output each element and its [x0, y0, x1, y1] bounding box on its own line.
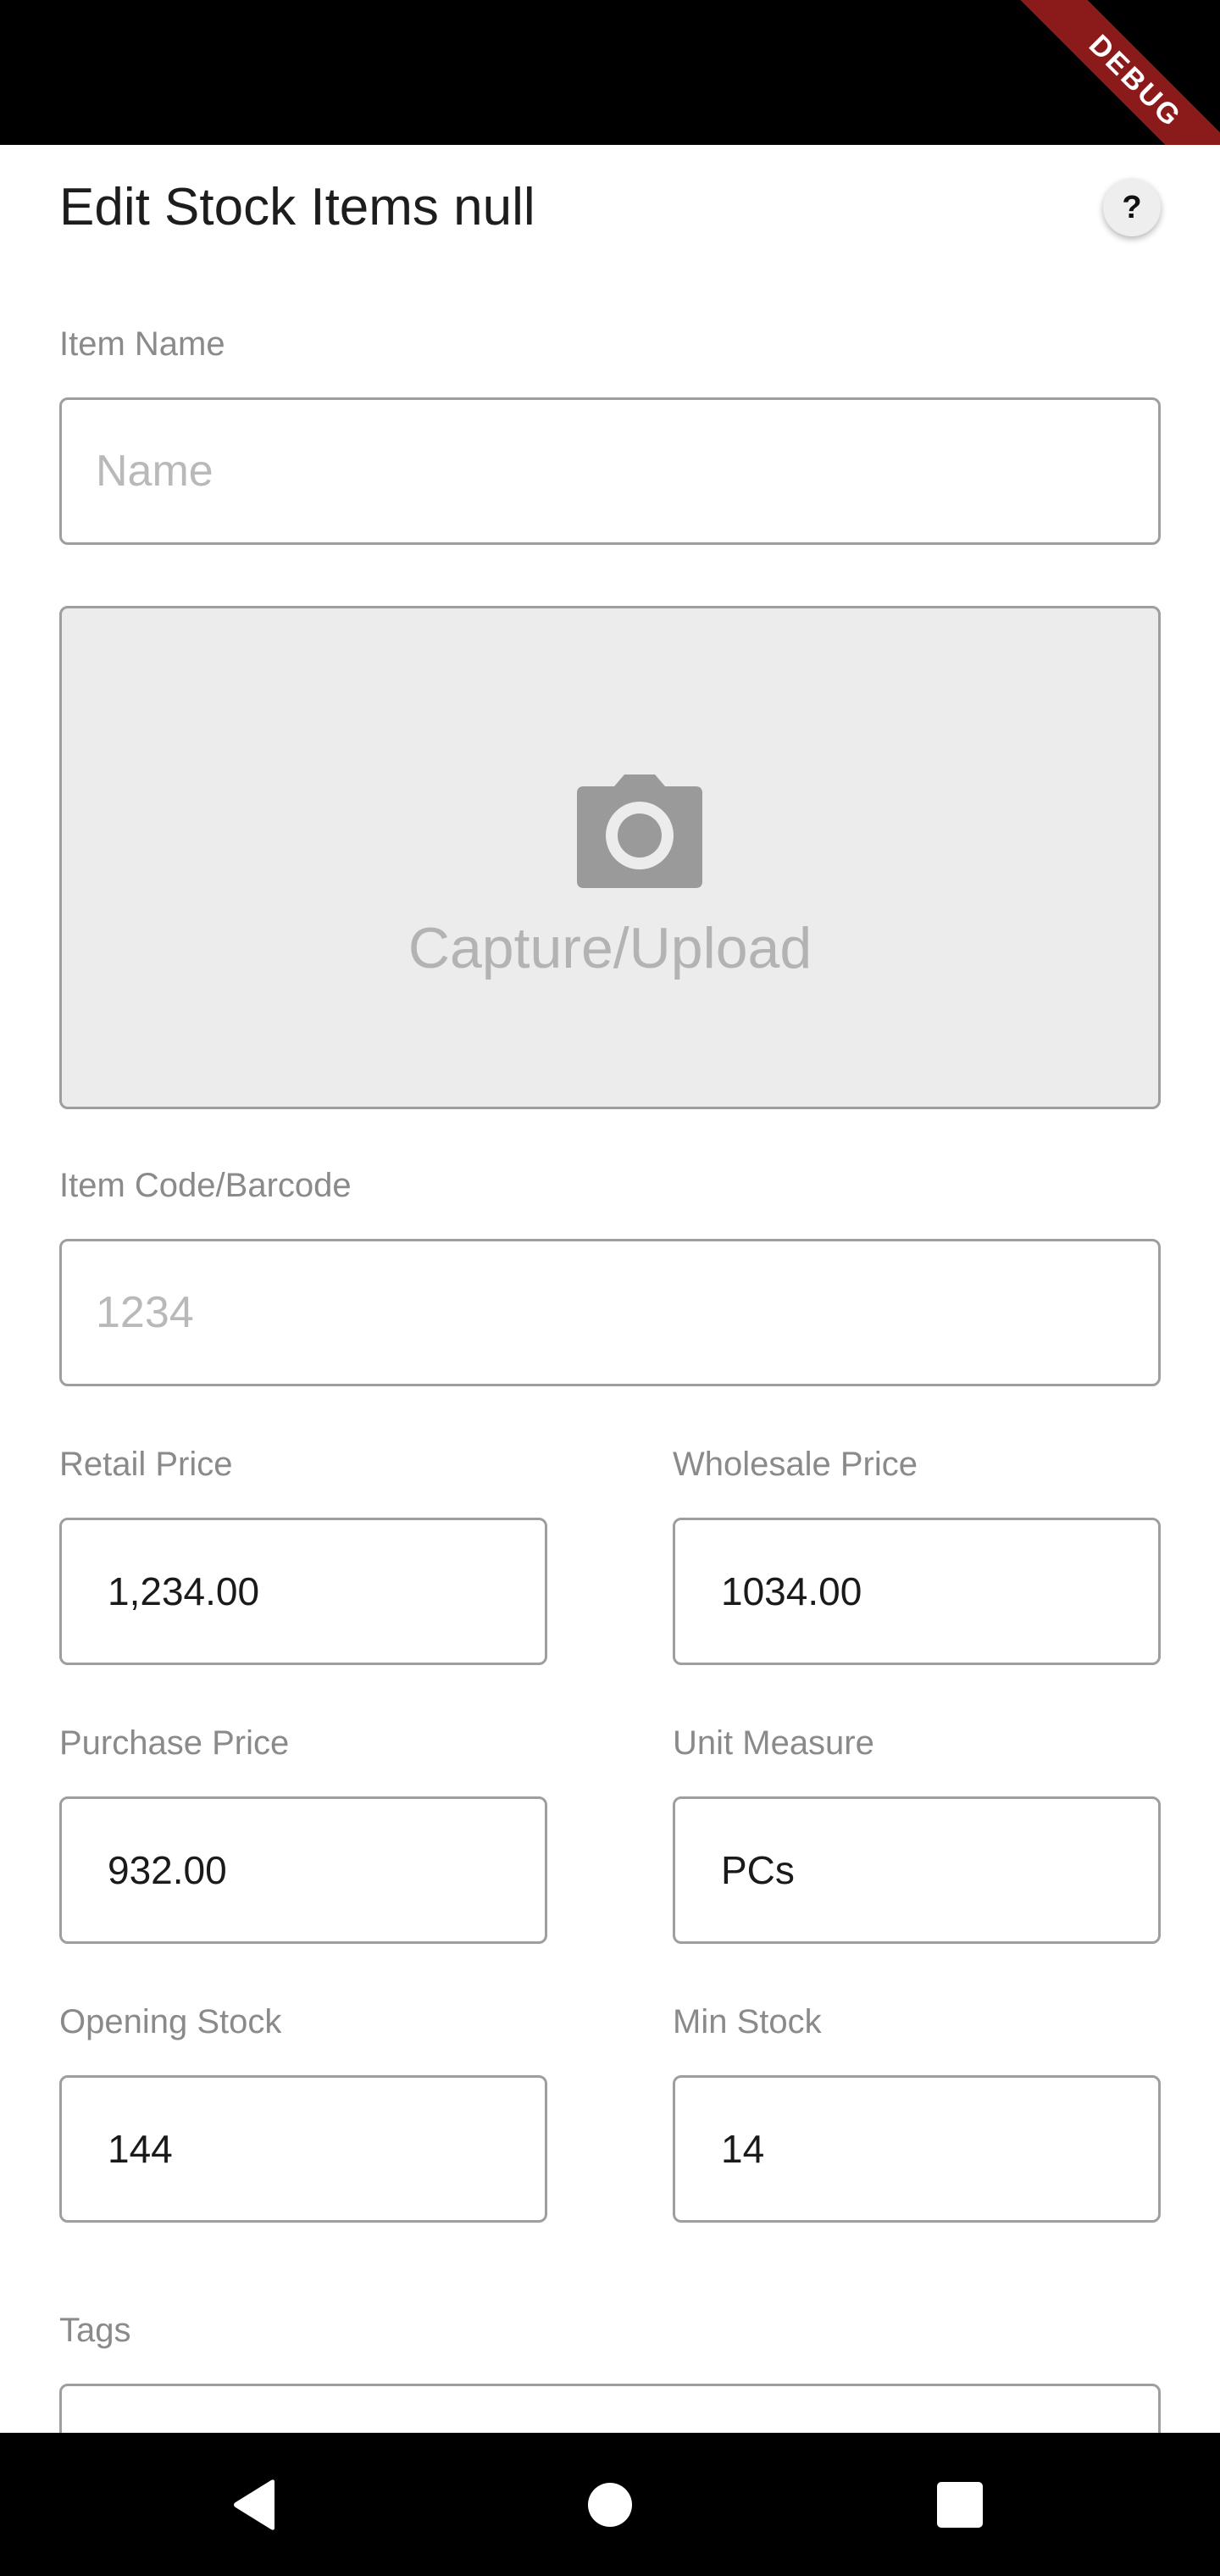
status-bar: DEBUG	[0, 0, 1220, 145]
edit-stock-form: Edit Stock Items null ? Item Name Name C…	[0, 145, 1220, 2433]
back-triangle-icon	[234, 2479, 274, 2530]
wholesale-price-label: Wholesale Price	[673, 1446, 918, 1483]
opening-stock-input[interactable]: 144	[59, 2075, 547, 2223]
system-nav-bar	[0, 2433, 1220, 2576]
item-code-label: Item Code/Barcode	[59, 1167, 352, 1204]
unit-measure-label: Unit Measure	[673, 1724, 874, 1762]
unit-measure-input[interactable]: PCs	[673, 1796, 1161, 1944]
home-circle-icon	[588, 2482, 632, 2527]
camera-icon	[577, 774, 702, 888]
capture-upload-label: Capture/Upload	[408, 916, 812, 980]
retail-price-value: 1,234.00	[108, 1569, 260, 1613]
debug-banner: DEBUG	[986, 0, 1220, 145]
wholesale-price-value: 1034.00	[721, 1569, 862, 1613]
tags-input[interactable]	[59, 2384, 1161, 2433]
retail-price-input[interactable]: 1,234.00	[59, 1518, 547, 1665]
min-stock-input[interactable]: 14	[673, 2075, 1161, 2223]
opening-stock-value: 144	[108, 2127, 173, 2171]
purchase-price-input[interactable]: 932.00	[59, 1796, 547, 1944]
tags-label: Tags	[59, 2312, 131, 2349]
home-button[interactable]	[559, 2433, 661, 2576]
help-button[interactable]: ?	[1103, 179, 1161, 236]
image-upload-area[interactable]: Capture/Upload	[59, 606, 1161, 1109]
item-code-input[interactable]: 1234	[59, 1239, 1161, 1386]
recents-button[interactable]	[909, 2433, 1011, 2576]
min-stock-label: Min Stock	[673, 2003, 822, 2040]
recents-square-icon	[937, 2481, 983, 2528]
item-name-label: Item Name	[59, 325, 225, 363]
back-button[interactable]	[203, 2433, 305, 2576]
item-code-placeholder: 1234	[96, 1288, 194, 1337]
item-name-input[interactable]: Name	[59, 397, 1161, 545]
page-title: Edit Stock Items null	[59, 178, 535, 236]
retail-price-label: Retail Price	[59, 1446, 233, 1483]
wholesale-price-input[interactable]: 1034.00	[673, 1518, 1161, 1665]
purchase-price-label: Purchase Price	[59, 1724, 290, 1762]
item-name-placeholder: Name	[96, 447, 214, 496]
purchase-price-value: 932.00	[108, 1848, 227, 1892]
unit-measure-value: PCs	[721, 1848, 795, 1892]
opening-stock-label: Opening Stock	[59, 2003, 282, 2040]
min-stock-value: 14	[721, 2127, 765, 2171]
